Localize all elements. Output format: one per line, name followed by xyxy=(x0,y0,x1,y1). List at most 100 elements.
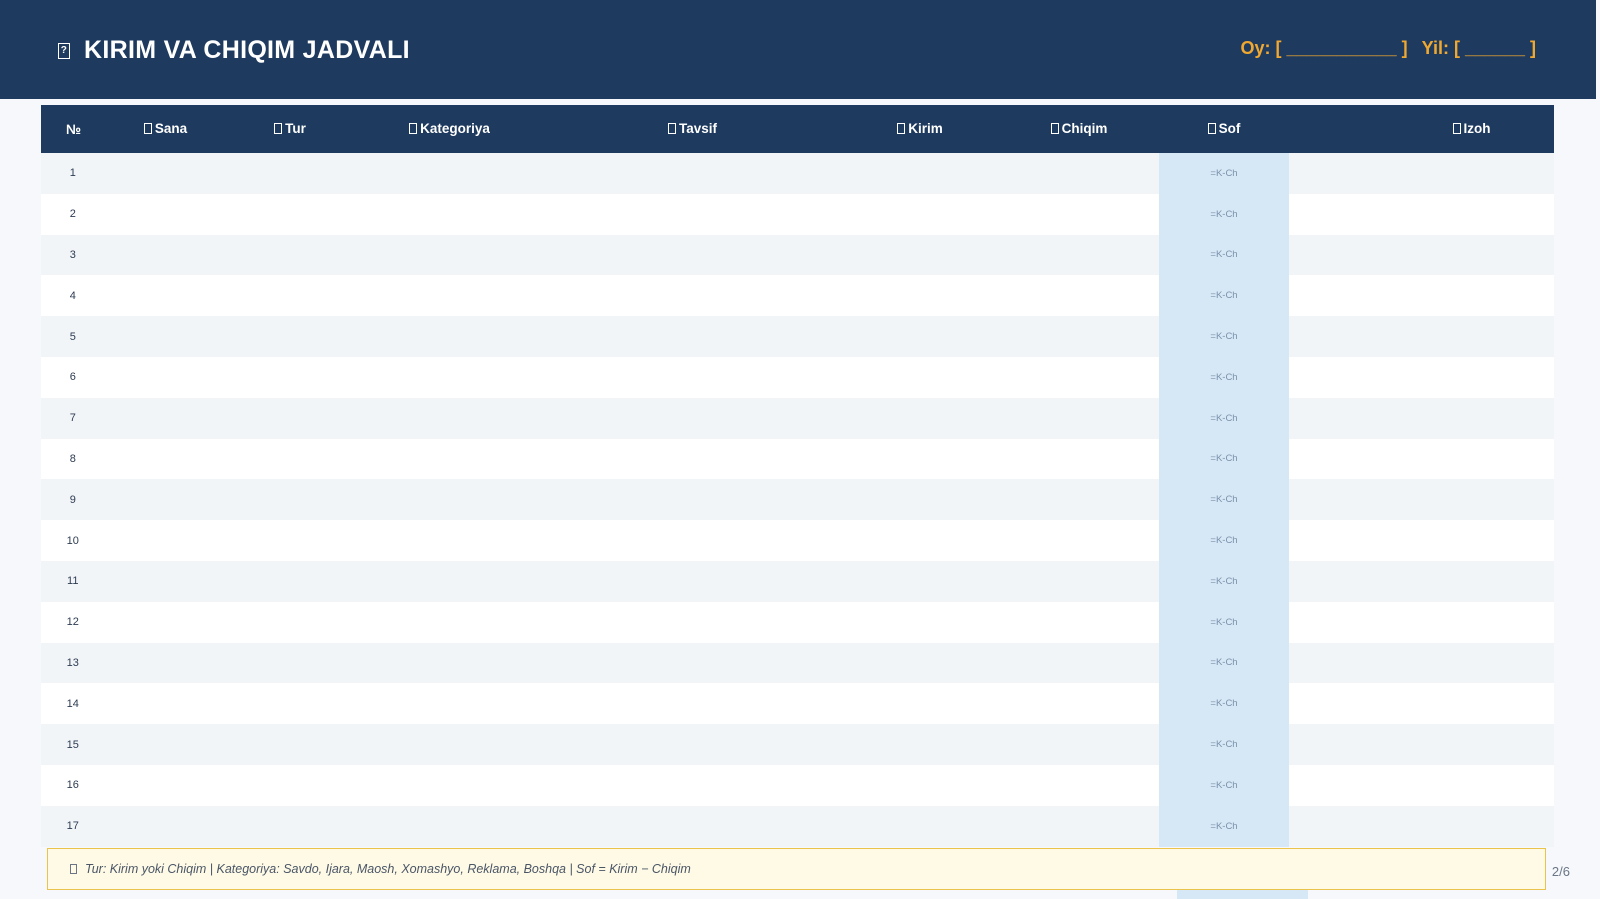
editable-cell[interactable] xyxy=(225,153,355,194)
editable-cell[interactable] xyxy=(841,642,999,684)
editable-cell[interactable] xyxy=(999,234,1159,276)
editable-cell[interactable] xyxy=(355,560,544,602)
editable-cell[interactable] xyxy=(355,234,544,276)
editable-cell[interactable] xyxy=(999,683,1159,725)
editable-cell[interactable] xyxy=(225,683,355,725)
editable-cell[interactable] xyxy=(1289,764,1554,806)
editable-cell[interactable] xyxy=(225,642,355,684)
month-field[interactable]: Oy: [ ___________ ] xyxy=(1240,38,1407,59)
editable-cell[interactable] xyxy=(999,397,1159,439)
editable-cell[interactable] xyxy=(225,234,355,276)
editable-cell[interactable] xyxy=(355,479,544,521)
year-field[interactable]: Yil: [ ______ ] xyxy=(1422,38,1536,59)
editable-cell[interactable] xyxy=(1289,397,1554,439)
editable-cell[interactable] xyxy=(1289,153,1554,194)
editable-cell[interactable] xyxy=(841,275,999,317)
editable-cell[interactable] xyxy=(225,316,355,357)
editable-cell[interactable] xyxy=(841,764,999,806)
editable-cell[interactable] xyxy=(841,316,999,357)
editable-cell[interactable] xyxy=(355,601,544,643)
editable-cell[interactable] xyxy=(355,153,544,194)
editable-cell[interactable] xyxy=(544,724,841,765)
editable-cell[interactable] xyxy=(544,438,841,480)
editable-cell[interactable] xyxy=(999,316,1159,357)
editable-cell[interactable] xyxy=(544,642,841,684)
editable-cell[interactable] xyxy=(999,356,1159,398)
editable-cell[interactable] xyxy=(355,724,544,765)
editable-cell[interactable] xyxy=(225,275,355,317)
editable-cell[interactable] xyxy=(1289,193,1554,235)
editable-cell[interactable] xyxy=(841,397,999,439)
editable-cell[interactable] xyxy=(544,683,841,725)
editable-cell[interactable] xyxy=(1289,520,1554,561)
editable-cell[interactable] xyxy=(355,805,544,847)
editable-cell[interactable] xyxy=(1289,275,1554,317)
editable-cell[interactable] xyxy=(1289,683,1554,725)
editable-cell[interactable] xyxy=(106,683,225,725)
editable-cell[interactable] xyxy=(106,193,225,235)
editable-cell[interactable] xyxy=(225,193,355,235)
editable-cell[interactable] xyxy=(106,397,225,439)
editable-cell[interactable] xyxy=(355,397,544,439)
editable-cell[interactable] xyxy=(544,764,841,806)
editable-cell[interactable] xyxy=(106,479,225,521)
editable-cell[interactable] xyxy=(1289,601,1554,643)
editable-cell[interactable] xyxy=(225,764,355,806)
editable-cell[interactable] xyxy=(999,560,1159,602)
editable-cell[interactable] xyxy=(544,275,841,317)
editable-cell[interactable] xyxy=(999,764,1159,806)
editable-cell[interactable] xyxy=(106,520,225,561)
editable-cell[interactable] xyxy=(106,356,225,398)
editable-cell[interactable] xyxy=(1289,724,1554,765)
editable-cell[interactable] xyxy=(225,356,355,398)
editable-cell[interactable] xyxy=(225,805,355,847)
editable-cell[interactable] xyxy=(1289,438,1554,480)
editable-cell[interactable] xyxy=(999,724,1159,765)
editable-cell[interactable] xyxy=(999,520,1159,561)
editable-cell[interactable] xyxy=(544,397,841,439)
editable-cell[interactable] xyxy=(225,601,355,643)
editable-cell[interactable] xyxy=(355,642,544,684)
editable-cell[interactable] xyxy=(1289,316,1554,357)
editable-cell[interactable] xyxy=(841,438,999,480)
editable-cell[interactable] xyxy=(1289,642,1554,684)
editable-cell[interactable] xyxy=(225,724,355,765)
editable-cell[interactable] xyxy=(106,601,225,643)
editable-cell[interactable] xyxy=(355,683,544,725)
editable-cell[interactable] xyxy=(999,601,1159,643)
editable-cell[interactable] xyxy=(1289,560,1554,602)
editable-cell[interactable] xyxy=(106,438,225,480)
editable-cell[interactable] xyxy=(1289,234,1554,276)
editable-cell[interactable] xyxy=(544,805,841,847)
editable-cell[interactable] xyxy=(544,153,841,194)
editable-cell[interactable] xyxy=(999,193,1159,235)
editable-cell[interactable] xyxy=(841,520,999,561)
editable-cell[interactable] xyxy=(841,724,999,765)
editable-cell[interactable] xyxy=(106,316,225,357)
editable-cell[interactable] xyxy=(999,479,1159,521)
editable-cell[interactable] xyxy=(544,560,841,602)
editable-cell[interactable] xyxy=(544,193,841,235)
editable-cell[interactable] xyxy=(355,356,544,398)
editable-cell[interactable] xyxy=(355,316,544,357)
editable-cell[interactable] xyxy=(106,805,225,847)
editable-cell[interactable] xyxy=(1289,805,1554,847)
editable-cell[interactable] xyxy=(999,438,1159,480)
editable-cell[interactable] xyxy=(841,479,999,521)
editable-cell[interactable] xyxy=(841,805,999,847)
editable-cell[interactable] xyxy=(106,234,225,276)
editable-cell[interactable] xyxy=(106,560,225,602)
editable-cell[interactable] xyxy=(841,153,999,194)
editable-cell[interactable] xyxy=(106,153,225,194)
editable-cell[interactable] xyxy=(355,193,544,235)
editable-cell[interactable] xyxy=(1289,479,1554,521)
editable-cell[interactable] xyxy=(106,642,225,684)
editable-cell[interactable] xyxy=(355,764,544,806)
editable-cell[interactable] xyxy=(1289,356,1554,398)
editable-cell[interactable] xyxy=(544,601,841,643)
editable-cell[interactable] xyxy=(841,356,999,398)
editable-cell[interactable] xyxy=(841,234,999,276)
editable-cell[interactable] xyxy=(225,560,355,602)
editable-cell[interactable] xyxy=(999,642,1159,684)
editable-cell[interactable] xyxy=(841,683,999,725)
